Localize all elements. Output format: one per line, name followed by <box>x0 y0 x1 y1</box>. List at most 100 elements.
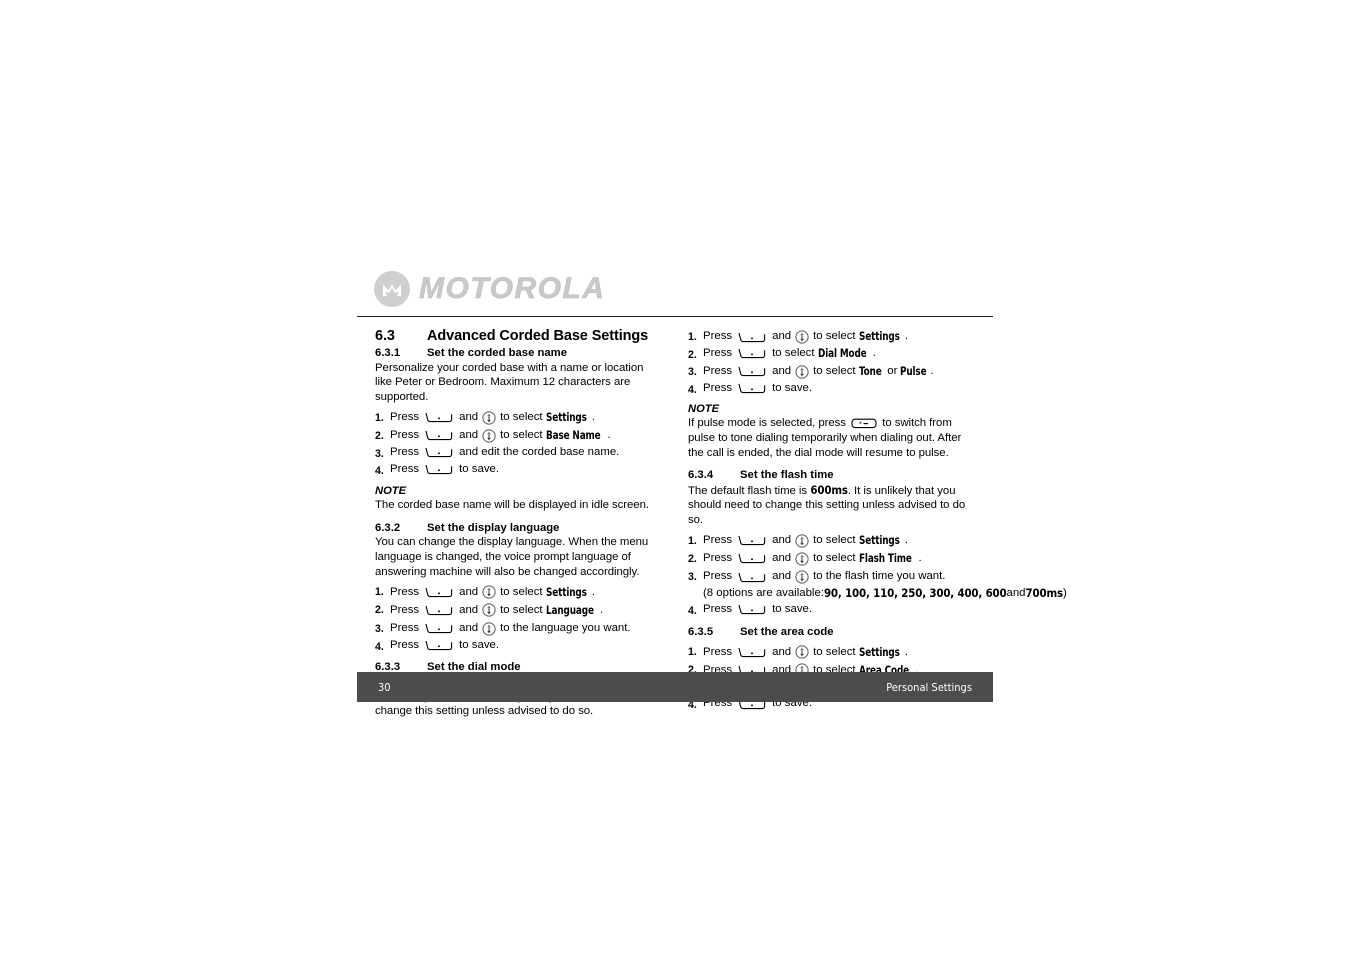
step-text: Press <box>390 429 420 442</box>
step-number: 4. <box>375 640 384 653</box>
step-text: to select <box>500 585 543 598</box>
step-number: 2. <box>375 429 384 442</box>
step-item: 2. Press and to select Base Name . <box>375 429 659 443</box>
step-text: to select <box>813 330 856 343</box>
softkey-icon <box>737 553 767 564</box>
step-item: 2. Press to select Dial Mode . <box>688 347 972 361</box>
step-number: 3. <box>688 365 697 378</box>
softkey-icon <box>737 572 767 583</box>
step-number: 3. <box>375 448 384 461</box>
step-text: to select <box>500 411 543 424</box>
subsection-number: 6.3.4 <box>688 469 714 482</box>
step-text: Press <box>703 570 733 583</box>
softkey-icon <box>424 623 454 634</box>
step-text: . <box>904 645 909 658</box>
step-number: 1. <box>375 586 384 599</box>
step-text: and <box>772 534 792 547</box>
step-number: 1. <box>688 646 697 659</box>
navigation-wheel-icon <box>795 330 809 344</box>
softkey-icon <box>737 647 767 658</box>
step-text: and edit the corded base name. <box>459 446 620 459</box>
subsection-heading-6-3-1: 6.3.1 Set the corded base name <box>375 346 659 361</box>
subsection-number: 6.3.1 <box>375 347 401 360</box>
softkey-icon <box>737 604 767 615</box>
step-item: 2. Press and to select Flash Time . <box>688 552 972 566</box>
step-number: 3. <box>375 622 384 635</box>
step-item: 4. Press to save. <box>688 602 972 617</box>
softkey-icon <box>737 535 767 546</box>
navigation-wheel-icon <box>795 552 809 566</box>
step-text: to save. <box>459 638 500 651</box>
step-number: 4. <box>688 384 697 397</box>
subsection-title: Set the corded base name <box>427 347 568 360</box>
step-text: . <box>930 365 934 378</box>
menu-item-name: Settings <box>858 330 900 344</box>
step-text: . <box>591 411 596 424</box>
steps-6-3-1: 1. Press and to select Settings . 2. Pre… <box>375 411 659 477</box>
step-text: to save. <box>772 602 813 615</box>
navigation-wheel-icon <box>795 365 809 379</box>
step-text: and <box>459 603 479 616</box>
step-text: Press <box>390 638 420 651</box>
flash-time-option-last: 700ms <box>1025 586 1064 601</box>
navigation-wheel-icon <box>482 585 496 599</box>
step-item: 3. Press and edit the corded base name. <box>375 446 659 461</box>
step-text: to the flash time you want. <box>813 570 946 583</box>
step-number: 4. <box>688 604 697 617</box>
step-text: and <box>772 365 792 378</box>
step-text: . <box>904 534 909 547</box>
menu-item-name: Settings <box>545 411 587 425</box>
step-text: and <box>459 621 479 634</box>
right-column: 1. Press and to select Settings . 2. Pre… <box>688 328 1067 719</box>
step-text: and <box>459 585 479 598</box>
step-item: 2. Press and to select Language . <box>375 603 659 618</box>
step-item: 1. Press and to select Settings . <box>688 645 972 659</box>
step-text: and <box>459 429 479 442</box>
step-number: 3. <box>688 571 697 584</box>
step-text: Press <box>390 585 420 598</box>
step-number: 1. <box>375 411 384 424</box>
page-number: 30 <box>378 680 391 694</box>
paragraph-text: The default flash time is <box>688 484 808 497</box>
step-text: . <box>599 603 604 616</box>
step-text: Press <box>703 602 733 615</box>
steps-dial-mode: 1. Press and to select Settings . 2. Pre… <box>688 330 972 396</box>
motorola-wordmark: MOTOROLA <box>419 272 606 305</box>
softkey-icon <box>424 464 454 475</box>
step-item: 1. Press and to select Settings . <box>375 585 659 599</box>
subsection-heading-6-3-5: 6.3.5 Set the area code <box>688 625 972 640</box>
navigation-wheel-icon <box>482 429 496 443</box>
flash-time-value: 600ms <box>810 482 848 497</box>
step-text: to select <box>772 347 815 360</box>
step-text: to select <box>813 365 856 378</box>
menu-item-name: Pulse <box>900 365 927 379</box>
subsection-title: Set the display language <box>427 521 560 534</box>
navigation-wheel-icon <box>795 534 809 548</box>
flash-time-options: 90, 100, 110, 250, 300, 400, 600 <box>823 586 1007 601</box>
section-heading-6-3: 6.3 Advanced Corded Base Settings <box>375 328 659 345</box>
menu-item-name: Dial Mode <box>817 347 867 361</box>
note-label: NOTE <box>375 484 407 497</box>
step-text: . <box>918 552 922 565</box>
navigation-wheel-icon <box>482 622 496 636</box>
column-gutter <box>659 328 688 719</box>
menu-item-name: Tone <box>858 365 882 379</box>
step-item: 3. Press and to the language you want. <box>375 622 659 636</box>
paragraph-6-3-1: Personalize your corded base with a name… <box>375 361 644 404</box>
step-item: 1. Press and to select Settings . <box>375 411 659 425</box>
softkey-icon <box>424 587 454 598</box>
navigation-wheel-icon <box>795 570 809 584</box>
step-item: 1. Press and to select Settings . <box>688 330 972 344</box>
step-text: Press <box>703 330 733 343</box>
subsection-title: Set the area code <box>740 625 834 638</box>
softkey-icon <box>737 366 767 377</box>
step-item: 3. Press and to select Tone or Pulse . <box>688 365 972 379</box>
step-text: Press <box>703 382 733 395</box>
step-text: to select <box>500 429 543 442</box>
step-text: Press <box>390 603 420 616</box>
step-text: Press <box>703 645 733 658</box>
softkey-icon <box>737 348 767 359</box>
subsection-number: 6.3.5 <box>688 625 714 638</box>
navigation-wheel-icon <box>482 603 496 618</box>
softkey-icon <box>737 332 767 343</box>
